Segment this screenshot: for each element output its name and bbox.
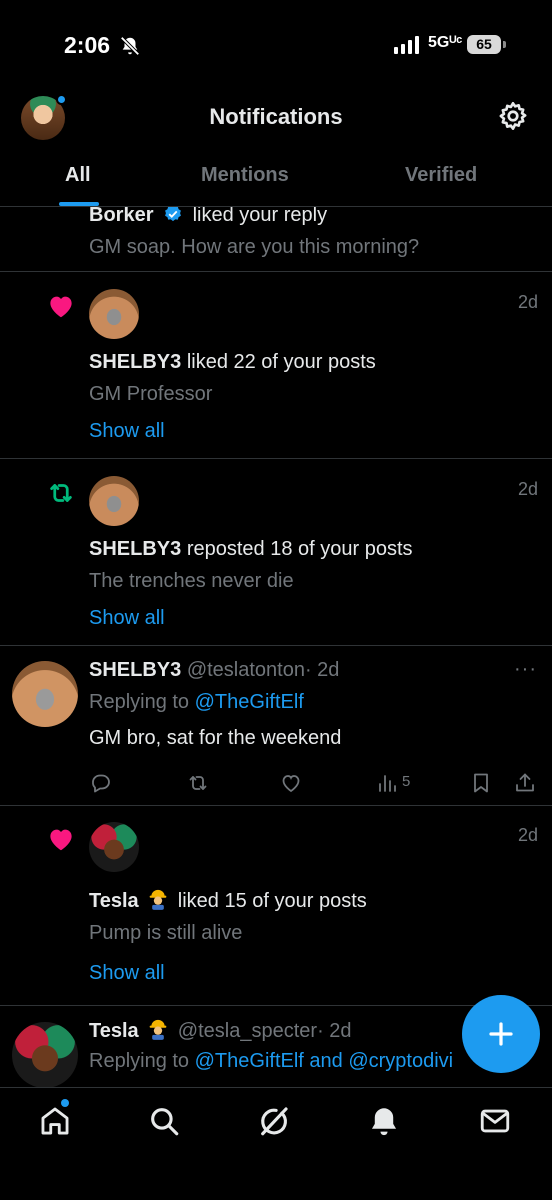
tab-bar: All Mentions Verified bbox=[0, 154, 552, 207]
notification-snippet: GM Professor bbox=[89, 383, 213, 405]
bookmark-icon[interactable] bbox=[469, 771, 493, 795]
post-time: · 2d bbox=[304, 659, 340, 681]
notification-item[interactable]: 2d SHELBY3 reposted 18 of your posts The… bbox=[0, 459, 552, 646]
notification-item[interactable]: 2d SHELBY3 liked 22 of your posts GM Pro… bbox=[0, 272, 552, 459]
notification-action: liked 15 of your posts bbox=[177, 890, 367, 912]
author-name[interactable]: Tesla bbox=[89, 1020, 139, 1042]
bell-off-icon bbox=[120, 36, 140, 56]
author-handle[interactable]: @tesla_specter bbox=[178, 1020, 317, 1042]
show-all-link[interactable]: Show all bbox=[89, 607, 165, 630]
heart-icon bbox=[50, 829, 72, 851]
search-icon[interactable] bbox=[147, 1104, 181, 1138]
views-icon[interactable] bbox=[375, 771, 399, 795]
replying-to-prefix: Replying to bbox=[89, 1050, 190, 1072]
views-count: 5 bbox=[402, 773, 411, 790]
notification-item[interactable]: Borker liked your reply GM soap. How are… bbox=[0, 207, 552, 272]
notification-headline: SHELBY3 liked 22 of your posts bbox=[89, 351, 376, 374]
show-all-link[interactable]: Show all bbox=[89, 962, 165, 985]
construction-worker-emoji-icon bbox=[149, 889, 167, 910]
notification-time: 2d bbox=[517, 479, 538, 499]
notification-time: 2d bbox=[517, 292, 538, 312]
mail-icon[interactable] bbox=[478, 1104, 512, 1138]
network-label: 5Gᵁᶜ bbox=[428, 34, 463, 51]
notifications-feed[interactable]: Borker liked your reply GM soap. How are… bbox=[0, 207, 552, 1087]
repost-icon bbox=[50, 484, 72, 502]
more-options-icon[interactable]: ··· bbox=[514, 658, 537, 681]
actor-name[interactable]: SHELBY3 bbox=[89, 351, 181, 373]
actor-name[interactable]: Tesla bbox=[89, 890, 139, 912]
avatar[interactable] bbox=[89, 476, 139, 526]
notification-headline: SHELBY3 reposted 18 of your posts bbox=[89, 538, 413, 561]
post-time: · 2d bbox=[317, 1020, 352, 1042]
actor-name[interactable]: Borker bbox=[89, 207, 153, 226]
reply-icon[interactable] bbox=[89, 771, 113, 795]
page-title: Notifications bbox=[209, 104, 343, 129]
notification-snippet: GM soap. How are you this morning? bbox=[89, 236, 420, 258]
avatar[interactable] bbox=[89, 289, 139, 339]
notification-action: liked 22 of your posts bbox=[186, 351, 376, 373]
avatar[interactable] bbox=[12, 1022, 78, 1087]
tab-mentions[interactable]: Mentions bbox=[201, 164, 289, 187]
author-handle[interactable]: @teslatonton bbox=[187, 659, 305, 681]
post-header: Tesla @tesla_specter· 2d bbox=[89, 1018, 352, 1043]
notification-action: liked your reply bbox=[192, 207, 328, 226]
notification-headline: Tesla liked 15 of your posts bbox=[89, 888, 367, 913]
author-name[interactable]: SHELBY3 bbox=[89, 659, 181, 681]
avatar[interactable] bbox=[12, 661, 78, 727]
home-unread-dot bbox=[61, 1099, 69, 1107]
signal-icon bbox=[394, 36, 419, 54]
post-text: GM bro, sat for the weekend bbox=[89, 727, 342, 749]
notification-action: reposted 18 of your posts bbox=[186, 538, 413, 560]
battery-indicator: 65 bbox=[467, 35, 501, 54]
tab-active-indicator bbox=[59, 202, 99, 206]
verified-badge-icon bbox=[165, 207, 181, 222]
grok-icon[interactable] bbox=[257, 1104, 291, 1138]
post-actions: 5 bbox=[89, 771, 544, 801]
show-all-link[interactable]: Show all bbox=[89, 420, 165, 443]
notification-time: 2d bbox=[517, 825, 538, 845]
construction-worker-emoji-icon bbox=[149, 1019, 167, 1040]
notification-snippet: The trenches never die bbox=[89, 570, 294, 592]
reply-post[interactable]: SHELBY3 @teslatonton· 2d ··· Replying to… bbox=[0, 646, 552, 806]
bottom-nav bbox=[0, 1087, 552, 1200]
status-time: 2:06 bbox=[64, 32, 111, 58]
notification-headline: Borker liked your reply bbox=[89, 207, 327, 227]
actor-name[interactable]: SHELBY3 bbox=[89, 538, 181, 560]
like-icon[interactable] bbox=[279, 771, 303, 795]
header: Notifications All Mentions Verified bbox=[0, 92, 552, 207]
bell-icon[interactable] bbox=[367, 1104, 401, 1138]
avatar[interactable] bbox=[89, 822, 139, 872]
replying-to-link[interactable]: @TheGiftElf bbox=[195, 691, 304, 713]
replying-to: Replying to @TheGiftElf bbox=[89, 691, 304, 714]
heart-icon bbox=[50, 296, 72, 318]
notification-item[interactable]: 2d Tesla liked 15 of your posts Pump is … bbox=[0, 806, 552, 1006]
status-bar: 2:06 5Gᵁᶜ 65 bbox=[0, 0, 552, 92]
battery-tip bbox=[503, 41, 506, 48]
tab-verified[interactable]: Verified bbox=[405, 164, 477, 187]
share-icon[interactable] bbox=[513, 771, 537, 795]
replying-to-prefix: Replying to bbox=[89, 691, 190, 713]
notification-snippet: Pump is still alive bbox=[89, 922, 243, 944]
replying-to-link[interactable]: @TheGiftElf and @cryptodivi bbox=[195, 1050, 453, 1072]
replying-to: Replying to @TheGiftElf and @cryptodivi bbox=[89, 1050, 453, 1073]
home-icon[interactable] bbox=[38, 1104, 72, 1138]
tab-all[interactable]: All bbox=[65, 164, 91, 187]
repost-icon[interactable] bbox=[186, 771, 210, 795]
post-header: SHELBY3 @teslatonton· 2d bbox=[89, 659, 339, 682]
gear-icon[interactable] bbox=[497, 100, 529, 132]
compose-button[interactable] bbox=[462, 995, 540, 1073]
plus-icon bbox=[489, 1022, 513, 1046]
